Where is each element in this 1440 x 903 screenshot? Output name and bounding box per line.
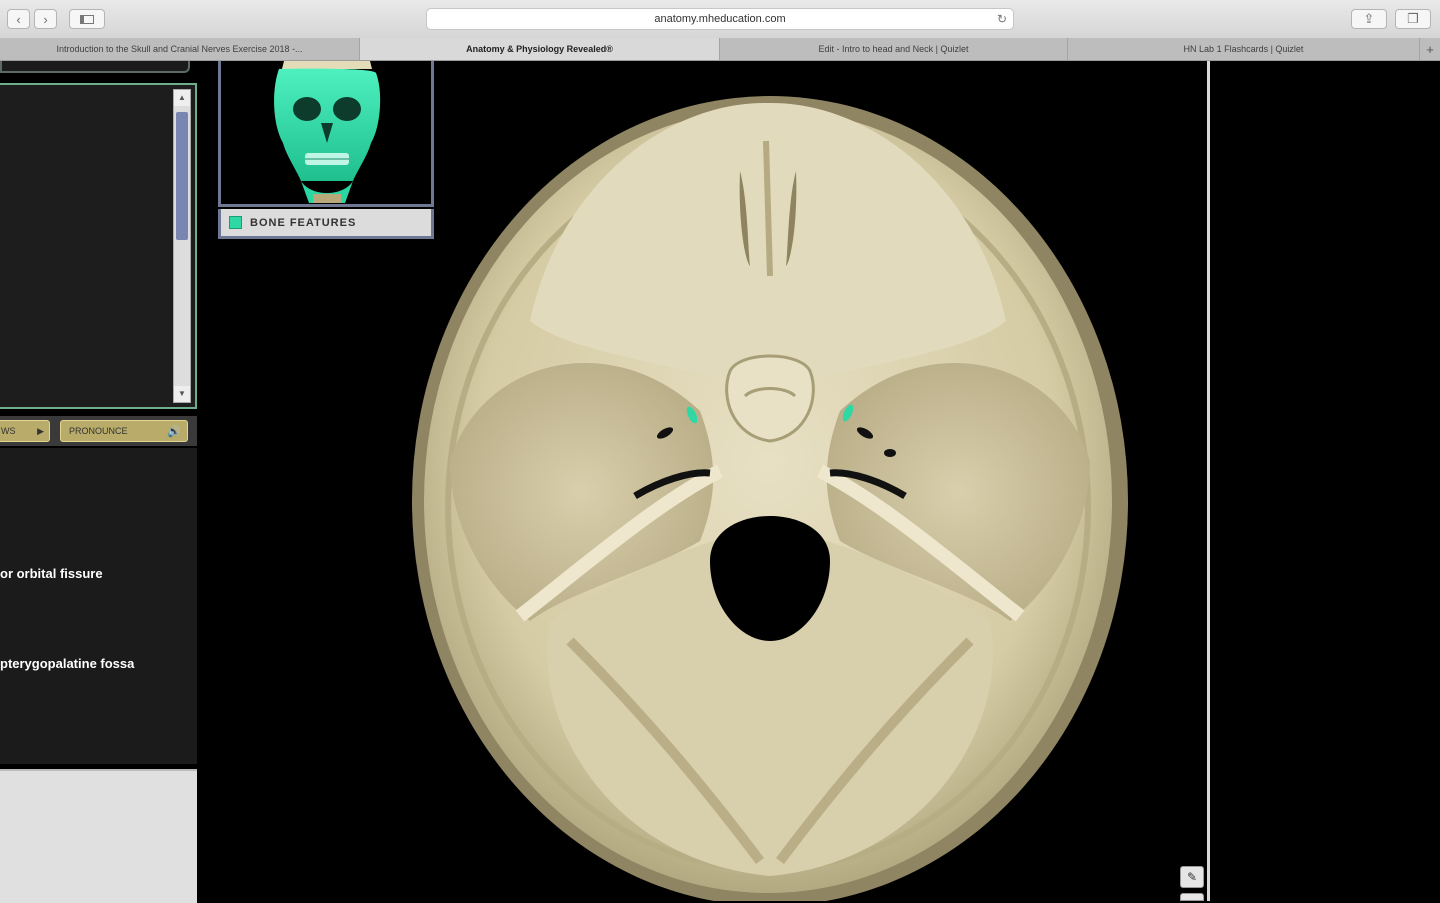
share-button[interactable]: ⇪ xyxy=(1351,9,1387,29)
description-line: or orbital fissure xyxy=(0,566,103,581)
share-icon: ⇪ xyxy=(1363,11,1375,26)
plus-icon: + xyxy=(1426,41,1434,57)
tab-quizlet-edit[interactable]: Edit - Intro to head and Neck | Quizlet xyxy=(720,38,1068,60)
new-tab-button[interactable]: + xyxy=(1420,38,1440,60)
views-button-label: WS xyxy=(1,426,16,436)
tab-label: Introduction to the Skull and Cranial Ne… xyxy=(56,44,303,54)
pencil-icon: ✎ xyxy=(1186,870,1198,884)
back-button[interactable]: ‹ xyxy=(7,9,30,29)
address-bar[interactable]: anatomy.mheducation.com ↻ xyxy=(426,8,1014,30)
description-line: pterygopalatine fossa xyxy=(0,656,135,671)
pronounce-button[interactable]: PRONOUNCE 🔊 xyxy=(60,420,188,442)
bone-features-label: BONE FEATURES xyxy=(250,216,357,229)
show-tabs-button[interactable]: ❐ xyxy=(1395,9,1431,29)
tab-label: Anatomy & Physiology Revealed® xyxy=(466,44,613,54)
forward-button[interactable]: › xyxy=(34,9,57,29)
structure-list[interactable]: ▲ ▼ xyxy=(0,83,197,409)
scrollbar-thumb[interactable] xyxy=(176,112,188,240)
left-panel: ▲ ▼ WS ▶ PRONOUNCE 🔊 or orbital fissure … xyxy=(0,61,200,903)
sidebar-toggle-button[interactable] xyxy=(69,9,105,29)
list-scrollbar[interactable]: ▲ ▼ xyxy=(173,89,191,403)
notes-panel xyxy=(0,769,197,903)
tabs-icon: ❐ xyxy=(1407,11,1419,26)
skull-front-image xyxy=(274,61,381,203)
tab-label: HN Lab 1 Flashcards | Quizlet xyxy=(1183,44,1304,54)
scroll-down-arrow-icon[interactable]: ▼ xyxy=(174,386,190,402)
bone-features-color-swatch xyxy=(229,216,242,229)
cranial-base-illustration[interactable] xyxy=(410,61,1140,901)
pronounce-button-label: PRONOUNCE xyxy=(69,426,128,436)
views-button[interactable]: WS ▶ xyxy=(0,420,50,442)
scroll-up-arrow-icon[interactable]: ▲ xyxy=(174,90,190,106)
skull-thumbnail[interactable] xyxy=(218,61,434,207)
chevron-left-icon: ‹ xyxy=(16,11,21,27)
viewer-divider xyxy=(1207,61,1210,901)
bone-features-button[interactable]: BONE FEATURES xyxy=(218,209,434,239)
chevron-right-icon: › xyxy=(43,11,48,27)
browser-toolbar: ‹ › anatomy.mheducation.com ↻ ⇪ ❐ xyxy=(0,0,1440,39)
tab-bar: Introduction to the Skull and Cranial Ne… xyxy=(0,38,1440,61)
edit-button[interactable]: ✎ xyxy=(1180,866,1204,888)
tab-intro-skull[interactable]: Introduction to the Skull and Cranial Ne… xyxy=(0,38,360,60)
panel-top-strip xyxy=(0,61,190,73)
skull-thumbnail-card: BONE FEATURES xyxy=(218,61,436,241)
sidebar-icon xyxy=(80,14,94,24)
panel-button-row: WS ▶ PRONOUNCE 🔊 xyxy=(0,416,197,446)
url-text: anatomy.mheducation.com xyxy=(654,13,786,25)
tab-anatomy-revealed[interactable]: Anatomy & Physiology Revealed® xyxy=(360,38,720,60)
tab-hn-lab-flashcards[interactable]: HN Lab 1 Flashcards | Quizlet xyxy=(1068,38,1420,60)
secondary-tool-button[interactable] xyxy=(1180,893,1204,901)
tab-label: Edit - Intro to head and Neck | Quizlet xyxy=(818,44,969,54)
play-icon: ▶ xyxy=(37,425,44,436)
speaker-icon: 🔊 xyxy=(167,425,181,438)
reload-icon[interactable]: ↻ xyxy=(997,12,1007,26)
description-panel: or orbital fissure pterygopalatine fossa xyxy=(0,448,197,764)
